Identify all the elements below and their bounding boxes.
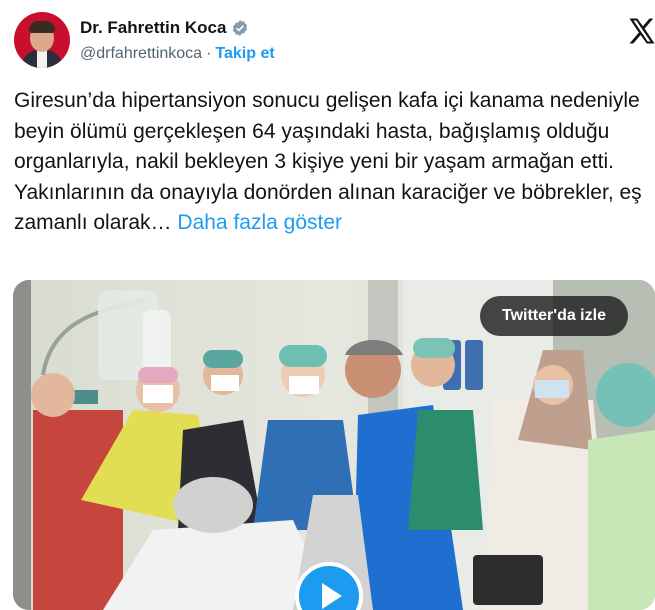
play-button[interactable]: [295, 562, 363, 610]
tweet-header: Dr. Fahrettin Koca @drfahrettinkoca · Ta…: [14, 12, 655, 72]
separator-dot: ·: [206, 45, 212, 62]
handle-row: @drfahrettinkoca · Takip et: [80, 45, 275, 63]
video-thumbnail[interactable]: Twitter'da izle: [13, 280, 655, 610]
verified-badge-icon: [233, 20, 248, 36]
avatar[interactable]: [14, 12, 70, 68]
x-logo-icon[interactable]: [627, 16, 655, 46]
author-handle[interactable]: @drfahrettinkoca: [80, 45, 202, 63]
author-name[interactable]: Dr. Fahrettin Koca: [80, 18, 226, 38]
tweet-text: Giresun’da hipertansiyon sonucu gelişen …: [14, 86, 654, 239]
follow-button[interactable]: Takip et: [215, 45, 274, 63]
watch-on-twitter-button[interactable]: Twitter'da izle: [480, 296, 628, 336]
show-more-link[interactable]: Daha fazla göster: [177, 211, 342, 234]
play-icon: [322, 583, 342, 609]
author-row: Dr. Fahrettin Koca: [80, 18, 249, 38]
